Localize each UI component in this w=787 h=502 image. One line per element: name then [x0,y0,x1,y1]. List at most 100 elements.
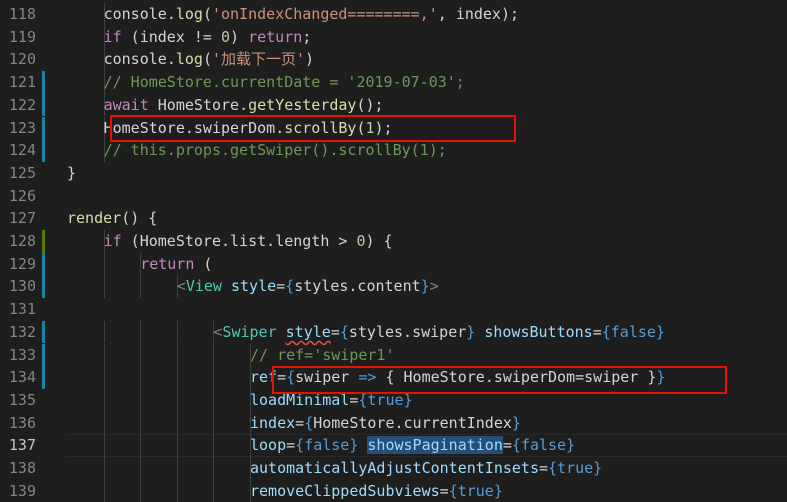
code-token: showsButtons [484,322,593,341]
code-text[interactable]: console.log('onIndexChanged========,', i… [104,3,519,26]
code-token: , [437,5,456,23]
code-token: } [656,368,666,387]
code-token: log [175,50,203,69]
indent-guide [176,388,178,412]
line-number[interactable]: 121 [0,71,36,94]
code-line[interactable]: 130 <View style={styles.content}> [0,275,787,299]
line-number[interactable]: 130 [0,275,36,298]
code-text[interactable]: automaticallyAdjustContentInsets={true} [250,457,602,480]
line-number[interactable]: 125 [0,162,36,185]
code-line[interactable]: 120 console.log('加载下一页') [0,48,787,72]
code-token: style [285,322,331,341]
code-text[interactable]: return ( [140,253,212,276]
code-token: style [230,277,277,296]
code-line[interactable]: 118 console.log('onIndexChanged========,'… [0,3,787,26]
code-token: View [185,277,222,296]
gutter-modified-marker[interactable] [42,275,45,299]
code-text[interactable]: <Swiper style={styles.swiper} showsButto… [213,321,665,344]
line-number[interactable]: 122 [0,94,36,117]
code-editor[interactable]: 118 console.log('onIndexChanged========,'… [0,0,787,502]
code-token: HomeStore [403,368,485,387]
code-text[interactable]: <View style={styles.content}> [177,275,439,298]
code-line[interactable]: 127 render() { [0,207,787,230]
code-text[interactable]: removeClippedSubviews={true} [250,480,503,502]
code-token: ( [121,232,140,250]
line-number[interactable]: 120 [0,48,36,71]
code-token: length [275,232,330,250]
line-number[interactable]: 118 [0,3,36,26]
indent-guide [140,320,142,344]
line-number[interactable]: 124 [0,139,36,162]
line-number[interactable]: 128 [0,230,36,253]
code-text[interactable]: if (index != 0) return; [104,26,312,49]
line-number[interactable]: 137 [0,434,36,457]
code-token: . [166,50,176,69]
line-number[interactable]: 127 [0,207,36,230]
code-text[interactable]: HomeStore.swiperDom.scrollBy(1); [104,117,393,140]
line-number[interactable]: 133 [0,344,36,367]
code-text[interactable]: render() { [67,207,157,230]
code-line[interactable]: 129 return ( [0,252,787,276]
code-text[interactable]: ref={swiper => { HomeStore.swiperDom=swi… [250,366,665,389]
gutter-modified-marker[interactable] [42,71,45,94]
gutter-modified-marker[interactable] [42,252,45,276]
code-text[interactable]: index={HomeStore.currentIndex} [250,412,521,435]
gutter-modified-marker[interactable] [42,139,45,162]
code-token: { [511,436,521,455]
code-text[interactable]: loadMinimal={true} [250,389,413,412]
code-line[interactable]: 135 loadMinimal={true} [0,388,787,412]
code-text[interactable]: // HomeStore.currentDate = '2019-07-03'; [104,71,465,94]
indent-guide [103,343,105,367]
indent-guide [140,366,142,389]
indent-guide [176,366,178,389]
line-number[interactable]: 123 [0,117,36,140]
code-line[interactable]: 126 [0,185,787,208]
line-number[interactable]: 129 [0,253,36,276]
code-line[interactable]: 124 // this.props.getSwiper().scrollBy(1)… [0,139,787,162]
gutter-modified-marker[interactable] [42,116,45,140]
code-line[interactable]: 131 [0,298,787,321]
code-line[interactable]: 136 index={HomeStore.currentIndex} [0,411,787,435]
code-token: // HomeStore.currentDate = '2019-07-03'; [103,73,465,92]
line-number[interactable]: 131 [0,298,36,321]
code-text[interactable]: // this.props.getSwiper().scrollBy(1); [104,139,447,162]
line-number[interactable]: 139 [0,480,36,502]
code-token: { [285,277,295,296]
code-line[interactable]: 119 if (index != 0) return; [0,25,787,49]
code-text[interactable]: await HomeStore.getYesterday(); [104,94,384,117]
code-text[interactable]: loop={false} showsPagination={false} [250,434,575,457]
code-text[interactable]: // ref='swiper1' [250,344,395,367]
line-number[interactable]: 138 [0,457,36,480]
line-number[interactable]: 132 [0,321,36,344]
line-number[interactable]: 134 [0,366,36,389]
code-line[interactable]: 132 <Swiper style={styles.swiper} showsBu… [0,320,787,344]
line-number[interactable]: 119 [0,26,36,49]
code-token: { [376,368,404,387]
code-token: . [166,5,176,23]
gutter-modified-marker[interactable] [42,343,45,367]
code-line[interactable]: 125} [0,162,787,185]
code-line[interactable]: 134 ref={swiper => { HomeStore.swiperDom=… [0,366,787,389]
code-line[interactable]: 123 HomeStore.swiperDom.scrollBy(1); [0,116,787,140]
code-text[interactable]: if (HomeStore.list.length > 0) { [104,230,393,253]
gutter-modified-marker[interactable] [42,93,45,117]
gutter-modified-marker[interactable] [42,366,45,389]
gutter-modified-marker[interactable] [42,320,45,344]
code-line[interactable]: 133 // ref='swiper1' [0,343,787,367]
code-line[interactable]: 138 automaticallyAdjustContentInsets={tru… [0,457,787,480]
code-line[interactable]: 128 if (HomeStore.list.length > 0) { [0,230,787,253]
code-line[interactable]: 137 loop={false} showsPagination={false} [0,434,787,457]
code-token: { [295,436,305,455]
code-line[interactable]: 139 removeClippedSubviews={true} [0,479,787,502]
code-text[interactable]: console.log('加载下一页') [104,48,314,71]
code-line[interactable]: 121 // HomeStore.currentDate = '2019-07-0… [0,71,787,94]
code-token: HomeStore [103,118,185,137]
code-text[interactable]: } [67,162,76,185]
line-number[interactable]: 136 [0,412,36,435]
code-line[interactable]: 122 await HomeStore.getYesterday(); [0,93,787,117]
gutter-added-marker[interactable] [42,230,45,253]
code-token: } [493,481,503,500]
line-number[interactable]: 135 [0,389,36,412]
line-number[interactable]: 126 [0,185,36,208]
